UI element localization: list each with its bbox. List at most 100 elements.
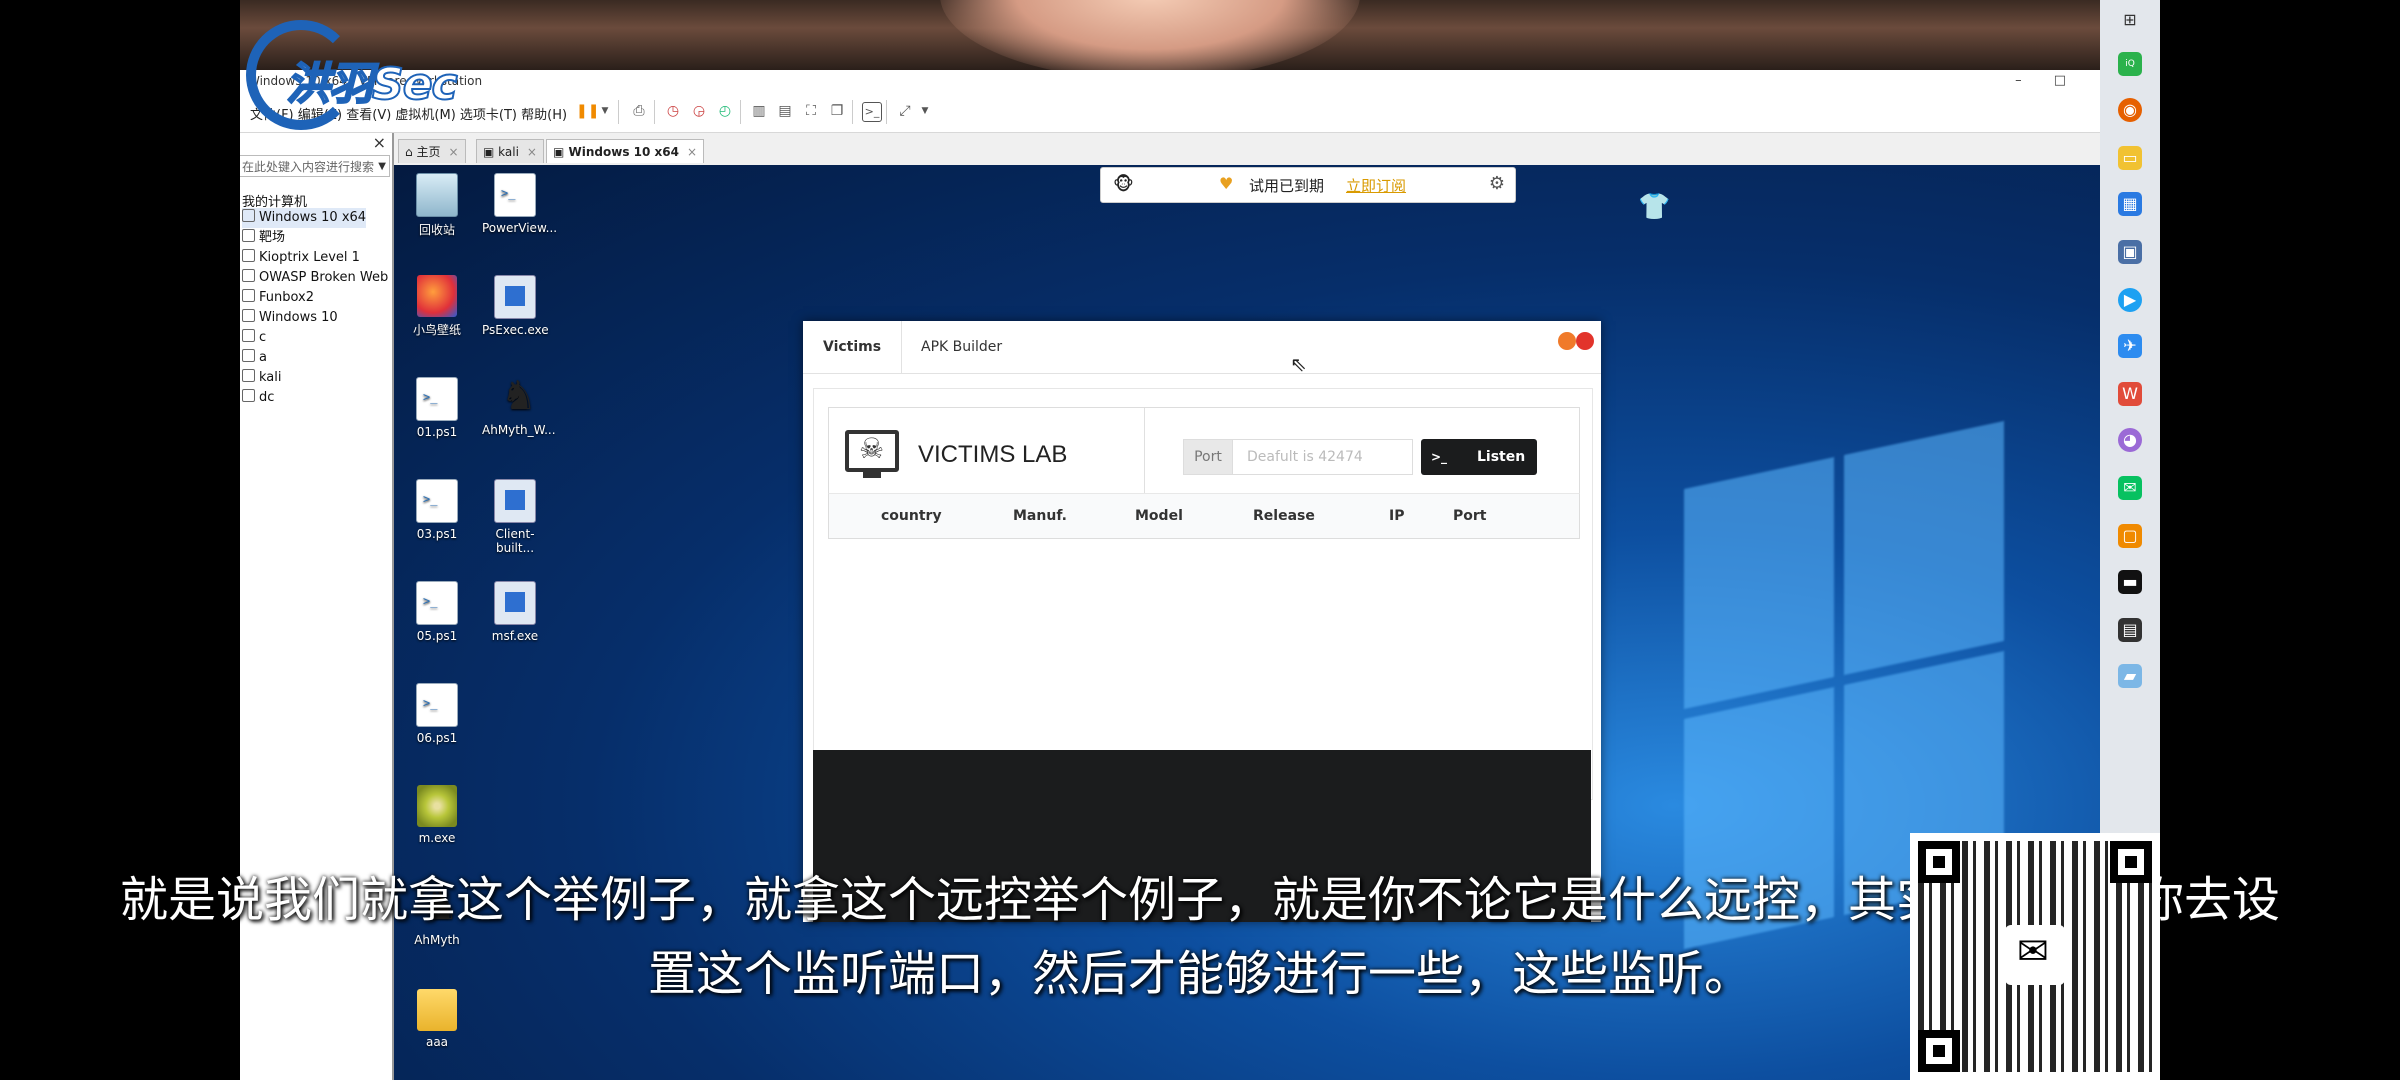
desktop-icon[interactable]: PowerView... [482, 173, 557, 235]
iqiyi-icon[interactable]: iQ [2118, 52, 2142, 76]
thumbnail-view-icon[interactable]: ▤ [776, 102, 794, 120]
port-label: Port [1183, 439, 1233, 475]
library-search-input[interactable]: 在此处键入内容进行搜索 ▼ [240, 155, 390, 177]
desktop-icon[interactable]: Client-built... [482, 479, 548, 555]
chevron-down-icon[interactable]: ▼ [596, 102, 614, 120]
column-header: Model [1135, 508, 1183, 524]
channel-logo: 洪羽Sec [246, 20, 516, 130]
exe-icon [494, 479, 536, 523]
library-item[interactable]: dc [242, 388, 274, 408]
desktop-icon[interactable]: 回收站 [404, 173, 470, 238]
close-icon[interactable]: × [687, 145, 697, 159]
wechat-icon[interactable]: ✉ [2118, 476, 2142, 500]
listen-button[interactable]: >_ Listen [1421, 439, 1537, 475]
app-icon[interactable]: W [2118, 382, 2142, 406]
desktop-icon[interactable]: PsExec.exe [482, 275, 549, 337]
desktop-icon[interactable]: 06.ps1 [404, 683, 470, 745]
media-player-icon[interactable]: ▶ [2118, 288, 2142, 312]
cat-app-icon[interactable]: ◕ [2118, 428, 2142, 452]
toolbar-divider [886, 100, 887, 124]
chevron-down-icon[interactable]: ▼ [378, 156, 386, 178]
tab-victims[interactable]: Victims [803, 321, 903, 373]
tab-apk-builder[interactable]: APK Builder [901, 321, 1022, 373]
qr-finder [1918, 841, 1960, 883]
listen-label: Listen [1477, 449, 1526, 465]
toolbar-divider [618, 100, 619, 124]
unity-icon[interactable]: ❐ [828, 102, 846, 120]
library-item[interactable]: Windows 10 x64 [242, 208, 367, 228]
remote-desktop-icon[interactable]: ▣ [2118, 240, 2142, 264]
pause-icon[interactable]: ❚❚ [576, 102, 599, 120]
stretch-icon[interactable]: ⤢ [896, 102, 914, 120]
tshirt-icon[interactable]: 👕 [1638, 192, 1670, 222]
victims-lab-header: VICTIMS LAB Port Deafult is 42474 >_ Lis… [828, 407, 1580, 495]
library-item[interactable]: OWASP Broken Web [242, 268, 388, 288]
revert-snapshot-icon[interactable]: ◶ [690, 102, 708, 120]
tab-kali[interactable]: ▣ kali × [476, 139, 544, 163]
firefox-icon[interactable]: ◉ [2118, 98, 2142, 122]
vm-icon [242, 269, 255, 282]
gear-icon[interactable]: ⚙ [1489, 173, 1505, 194]
vm-icon [242, 329, 255, 342]
file-explorer-icon[interactable]: ▭ [2118, 146, 2142, 170]
desktop-icon[interactable]: 03.ps1 [404, 479, 470, 541]
toolbar-divider [654, 100, 655, 124]
library-item[interactable]: c [242, 328, 266, 348]
victims-panel: VICTIMS LAB Port Deafult is 42474 >_ Lis… [813, 388, 1593, 800]
close-icon[interactable]: × [448, 145, 458, 159]
port-input[interactable]: Deafult is 42474 [1233, 439, 1413, 475]
console-view-icon[interactable]: >_ [862, 102, 882, 122]
window-controls[interactable]: – □ [2015, 70, 2080, 92]
fullscreen-icon[interactable]: ⛶ [802, 102, 820, 120]
windows-start-icon[interactable]: ⊞ [2118, 8, 2142, 32]
widgets-icon[interactable]: ▦ [2118, 192, 2142, 216]
terminal-icon[interactable]: ▬ [2118, 570, 2142, 594]
minimize-button[interactable] [1558, 332, 1576, 350]
column-header: Port [1453, 508, 1487, 524]
column-header: IP [1389, 508, 1405, 524]
library-item[interactable]: Windows 10 [242, 308, 338, 328]
vm-icon [242, 369, 255, 382]
close-button[interactable] [1576, 332, 1594, 350]
vm-icon [242, 349, 255, 362]
library-item[interactable]: Kioptrix Level 1 [242, 248, 360, 268]
vmware-icon[interactable]: ▢ [2118, 524, 2142, 548]
subscribe-link[interactable]: 立即订阅 [1346, 175, 1406, 196]
close-icon[interactable]: × [527, 145, 537, 159]
library-item[interactable]: a [242, 348, 267, 368]
powershell-script-icon [494, 173, 536, 217]
host-wallpaper-strip [240, 0, 2160, 80]
library-view-icon[interactable]: ▥ [750, 102, 768, 120]
desktop-icon[interactable]: 01.ps1 [404, 377, 470, 439]
tab-windows-10-x64[interactable]: ▣ Windows 10 x64 × [546, 139, 705, 163]
desktop-icon[interactable]: 小鸟壁纸 [404, 275, 470, 338]
column-header: Manuf. [1013, 508, 1067, 524]
notes-icon[interactable]: ▰ [2118, 664, 2142, 688]
trial-expired-bar: 🐵 ♥ 试用已到期 立即订阅 ⚙ [1100, 167, 1516, 203]
snapshot-manager-icon[interactable]: ◴ [716, 102, 734, 120]
library-item[interactable]: 靶场 [242, 228, 285, 248]
close-icon[interactable]: × [373, 133, 386, 152]
column-header: country [881, 508, 942, 524]
kiwi-icon [417, 785, 457, 827]
desktop-icon[interactable]: AhMyth_W... [482, 373, 556, 437]
desktop-icon[interactable]: msf.exe [482, 581, 548, 643]
library-item[interactable]: kali [242, 368, 282, 388]
library-item[interactable]: Funbox2 [242, 288, 314, 308]
desktop-icon[interactable]: 05.ps1 [404, 581, 470, 643]
exe-icon [494, 581, 536, 625]
monkey-icon: 🐵 [1113, 174, 1134, 195]
powershell-script-icon [416, 683, 458, 727]
tab-home[interactable]: ⌂ 主页 × [398, 139, 466, 163]
chevron-down-icon[interactable]: ▼ [916, 102, 934, 120]
feishu-icon[interactable]: ✈ [2118, 334, 2142, 358]
lab-title-section: VICTIMS LAB [829, 408, 1145, 494]
lab-title: VICTIMS LAB [918, 441, 1068, 468]
send-keys-icon[interactable]: ⎙ [630, 102, 648, 120]
ahmyth-window: Victims APK Builder VICTIMS LAB Port Dea… [803, 321, 1601, 922]
desktop-icon[interactable]: m.exe [404, 785, 470, 845]
snapshot-icon[interactable]: ◷ [664, 102, 682, 120]
console-icon[interactable]: ▤ [2118, 618, 2142, 642]
heart-icon: ♥ [1219, 174, 1234, 193]
qr-code [1910, 833, 2160, 1080]
